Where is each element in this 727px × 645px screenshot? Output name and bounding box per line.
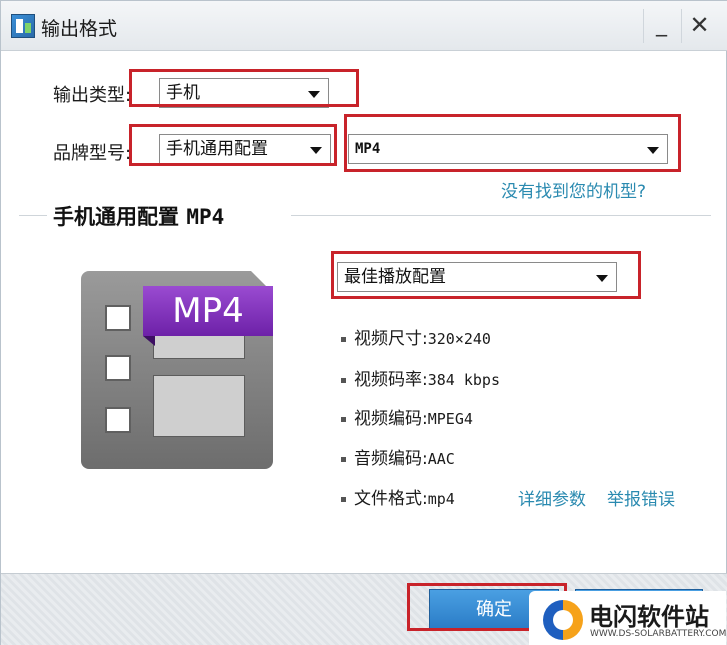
spec-value: 320×240: [427, 330, 491, 348]
chevron-down-icon: [596, 275, 608, 282]
title-bar: 输出格式 _ ✕: [1, 1, 727, 51]
bullet-icon: [341, 456, 346, 462]
video-file-icon: MP4: [81, 271, 273, 471]
brand-value: 手机通用配置: [166, 139, 268, 159]
bullet-icon: [341, 377, 346, 383]
output-type-label: 输出类型:: [53, 85, 132, 106]
spec-audio-codec: 音频编码:AAC: [341, 444, 455, 469]
spec-video-codec: 视频编码:MPEG4: [341, 404, 473, 429]
report-error-link[interactable]: 举报错误: [607, 485, 675, 510]
spec-video-bitrate: 视频码率:384 kbps: [341, 365, 500, 390]
section-title-format: MP4: [186, 205, 225, 229]
minimize-button[interactable]: _: [643, 9, 679, 43]
format-value: MP4: [355, 141, 381, 157]
output-type-select[interactable]: 手机: [159, 78, 329, 108]
format-select[interactable]: MP4: [348, 134, 668, 164]
format-badge: MP4: [143, 286, 273, 336]
badge-fold: [143, 336, 155, 346]
watermark: 电闪软件站 WWW.DS-SOLARBATTERY.COM: [529, 591, 726, 645]
spec-value: mp4: [427, 490, 455, 508]
bullet-icon: [341, 416, 346, 422]
spec-value: AAC: [427, 450, 455, 468]
spec-label: 文件格式:: [354, 489, 428, 509]
spec-value: 384 kbps: [427, 371, 500, 389]
output-format-window: 输出格式 _ ✕ 输出类型: 手机 品牌型号: 手机通用配置 MP4 没有找到您…: [0, 0, 727, 645]
spec-label: 视频编码:: [354, 409, 428, 429]
spec-label: 视频尺寸:: [354, 329, 428, 349]
watermark-title: 电闪软件站: [589, 603, 709, 631]
close-button[interactable]: ✕: [681, 9, 717, 43]
section-title-config: 手机通用配置: [53, 205, 179, 229]
chevron-down-icon: [310, 147, 322, 154]
spec-value: MPEG4: [427, 410, 473, 428]
watermark-url: WWW.DS-SOLARBATTERY.COM: [590, 629, 727, 639]
film-hole: [105, 305, 131, 331]
app-icon: [11, 14, 35, 38]
spec-label: 音频编码:: [354, 449, 428, 469]
preset-value: 最佳播放配置: [344, 267, 446, 287]
film-hole: [105, 407, 131, 433]
divider: [19, 215, 47, 216]
section-title: 手机通用配置 MP4: [53, 201, 224, 231]
brand-select[interactable]: 手机通用配置: [159, 134, 331, 164]
preset-select[interactable]: 最佳播放配置: [337, 262, 617, 292]
film-frame: [153, 375, 245, 437]
site-logo-icon: [543, 600, 583, 640]
spec-label: 视频码率:: [354, 370, 428, 390]
model-not-found-link[interactable]: 没有找到您的机型?: [501, 177, 646, 202]
window-title: 输出格式: [41, 18, 118, 40]
chevron-down-icon: [308, 91, 320, 98]
output-type-value: 手机: [166, 83, 200, 103]
chevron-down-icon: [647, 147, 659, 154]
details-link[interactable]: 详细参数: [518, 485, 586, 510]
spec-video-size: 视频尺寸:320×240: [341, 324, 491, 349]
divider: [291, 215, 711, 216]
spec-file-format: 文件格式:mp4: [341, 484, 455, 509]
bullet-icon: [341, 336, 346, 342]
bullet-icon: [341, 496, 346, 502]
brand-model-label: 品牌型号:: [53, 143, 132, 164]
film-hole: [105, 355, 131, 381]
